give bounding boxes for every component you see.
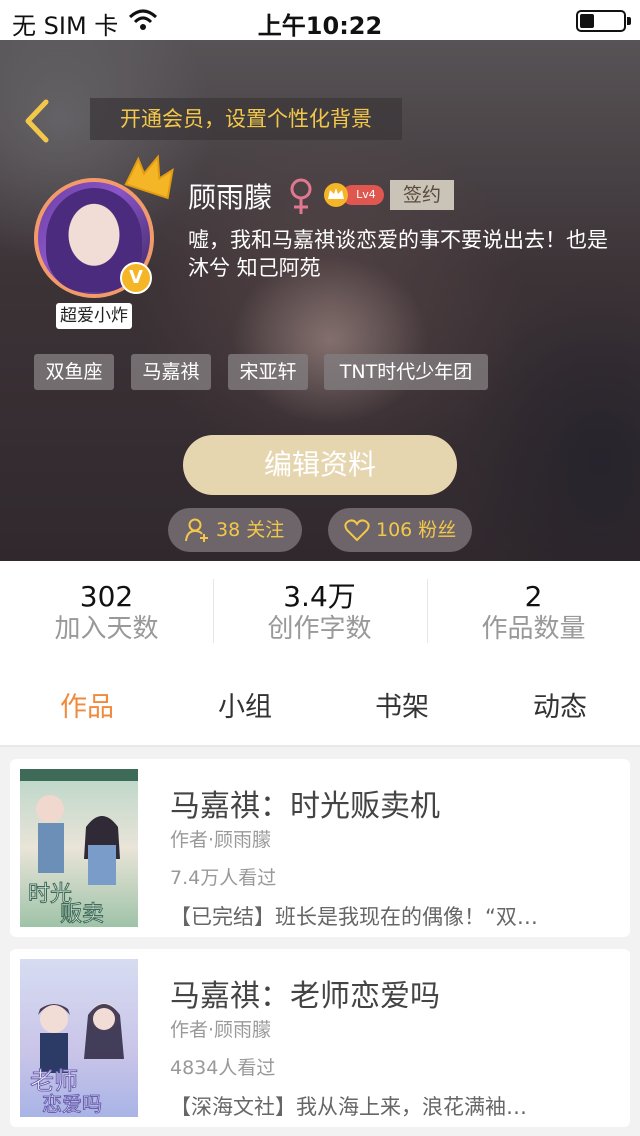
battery-icon [576, 10, 631, 32]
stat-value: 3.4万 [283, 580, 356, 613]
tag-item[interactable]: 宋亚轩 [228, 354, 308, 390]
work-title: 马嘉祺：老师恋爱吗 [170, 979, 440, 1014]
tab-groups[interactable]: 小组 [165, 685, 325, 724]
svg-text:贩卖: 贩卖 [60, 902, 104, 927]
stat-word-count: 3.4万 创作字数 [213, 581, 426, 645]
followers-count: 106 粉丝 [376, 519, 457, 541]
stat-value: 2 [524, 580, 543, 613]
tag-item[interactable]: TNT时代少年团 [324, 354, 488, 390]
stat-label: 加入天数 [54, 614, 159, 644]
female-icon [290, 178, 312, 214]
edit-profile-button[interactable]: 编辑资料 [183, 435, 457, 495]
work-title: 马嘉祺：时光贩卖机 [170, 789, 440, 824]
following-button[interactable]: 38 关注 [168, 508, 302, 552]
svg-text:老师: 老师 [30, 1067, 78, 1095]
followers-button[interactable]: 106 粉丝 [328, 508, 472, 552]
status-bar: 无 SIM 卡 上午10:22 [0, 0, 640, 40]
vip-background-banner[interactable]: 开通会员，设置个性化背景 [90, 98, 402, 140]
tab-bookshelf[interactable]: 书架 [322, 685, 482, 724]
tab-activity[interactable]: 动态 [480, 685, 640, 724]
work-views: 4834人看过 [170, 1057, 276, 1079]
tag-item[interactable]: 马嘉祺 [131, 354, 211, 390]
verified-badge: V [120, 262, 152, 294]
user-name: 顾雨朦 [188, 181, 273, 214]
work-card[interactable]: 时光 贩卖 马嘉祺：时光贩卖机 作者·顾雨朦 7.4万人看过 【已完结】班长是我… [10, 759, 630, 937]
stat-label: 创作字数 [267, 614, 372, 644]
work-author: 作者·顾雨朦 [170, 1019, 272, 1041]
avatar-tag: 超爱小炸 [56, 303, 132, 329]
level-crown-icon [324, 183, 348, 207]
stats-bar: 302 加入天数 3.4万 创作字数 2 作品数量 [0, 561, 640, 661]
tab-works[interactable]: 作品 [7, 685, 167, 724]
profile-tabs: 作品 小组 书架 动态 [0, 661, 640, 747]
status-time: 上午10:22 [257, 12, 383, 40]
chevron-left-icon[interactable] [18, 96, 58, 146]
book-cover-image: 老师 恋爱吗 [20, 959, 138, 1117]
user-add-icon [185, 518, 208, 542]
work-views: 7.4万人看过 [170, 867, 277, 889]
stat-join-days: 302 加入天数 [0, 581, 213, 645]
work-description: 【已完结】班长是我现在的偶像！“双… [170, 905, 538, 929]
level-badge: Lv4 [322, 183, 384, 207]
book-cover-image: 时光 贩卖 [20, 769, 138, 927]
following-count: 38 关注 [216, 519, 285, 541]
stat-works-count: 2 作品数量 [427, 581, 640, 645]
tag-item[interactable]: 双鱼座 [34, 354, 114, 390]
user-bio: 嘘，我和马嘉祺谈恋爱的事不要说出去！也是沐兮 知己阿苑 [188, 228, 608, 280]
profile-header: 开通会员，设置个性化背景 V 超爱小炸 顾雨朦 Lv4 签约 嘘，我和马嘉祺谈恋… [0, 40, 640, 561]
stat-value: 302 [79, 580, 134, 613]
work-author: 作者·顾雨朦 [170, 829, 272, 851]
svg-text:恋爱吗: 恋爱吗 [42, 1092, 102, 1116]
work-description: 【深海文社】我从海上来，浪花满袖… [170, 1095, 527, 1119]
stat-label: 作品数量 [481, 614, 586, 644]
signed-badge: 签约 [390, 180, 454, 210]
heart-icon [344, 519, 370, 542]
work-card[interactable]: 老师 恋爱吗 马嘉祺：老师恋爱吗 作者·顾雨朦 4834人看过 【深海文社】我从… [10, 949, 630, 1127]
